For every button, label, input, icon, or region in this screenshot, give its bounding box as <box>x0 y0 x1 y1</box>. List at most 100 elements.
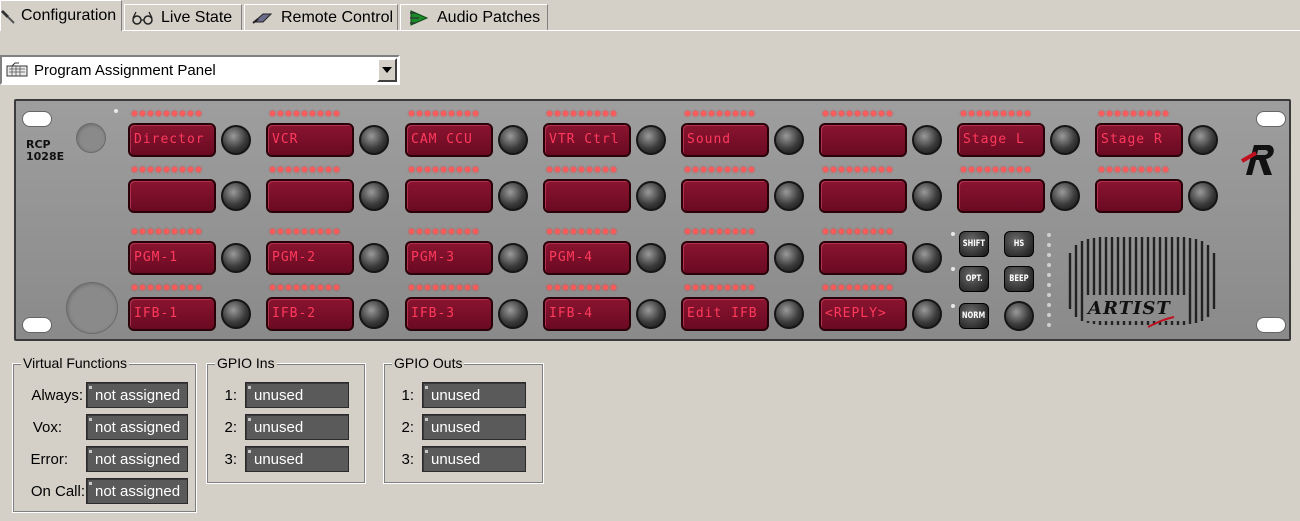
vf-label: Always: <box>31 386 83 404</box>
key-level-knob[interactable] <box>636 299 666 329</box>
talk-key[interactable]: Stage L <box>957 123 1045 157</box>
key-level-knob[interactable] <box>1188 125 1218 155</box>
led <box>132 285 137 290</box>
gpio-outs-title: GPIO Outs <box>392 355 465 371</box>
talk-key[interactable] <box>819 179 907 213</box>
led <box>685 167 690 172</box>
led <box>196 111 201 116</box>
talk-key[interactable]: Edit IFB <box>681 297 769 331</box>
talk-key[interactable] <box>819 123 907 157</box>
talk-key[interactable]: Director <box>128 123 216 157</box>
key-level-knob[interactable] <box>359 299 389 329</box>
opt-button[interactable]: OPT. <box>959 266 989 292</box>
talk-key[interactable]: CAM CCU <box>405 123 493 157</box>
key-level-knob[interactable] <box>1188 181 1218 211</box>
led <box>693 111 698 116</box>
talk-key[interactable] <box>405 179 493 213</box>
key-level-knob[interactable] <box>359 181 389 211</box>
shift-button[interactable]: SHIFT <box>959 231 989 257</box>
key-level-knob[interactable] <box>912 181 942 211</box>
key-level-knob[interactable] <box>774 299 804 329</box>
led <box>425 229 430 234</box>
key-level-knob[interactable] <box>912 125 942 155</box>
key-level-knob[interactable] <box>498 299 528 329</box>
key-level-knob[interactable] <box>912 299 942 329</box>
talk-key[interactable]: VTR Ctrl <box>543 123 631 157</box>
key-level-knob[interactable] <box>221 125 251 155</box>
vf-always-field[interactable]: not assigned <box>86 382 188 408</box>
key-level-knob[interactable] <box>1050 181 1080 211</box>
led <box>449 229 454 234</box>
talk-key[interactable]: Stage R <box>1095 123 1183 157</box>
led <box>326 229 331 234</box>
led <box>164 229 169 234</box>
talk-key[interactable] <box>543 179 631 213</box>
tab-audio-patches[interactable]: Audio Patches <box>400 4 548 31</box>
vf-on-call-field[interactable]: not assigned <box>86 478 188 504</box>
status-led <box>1047 263 1051 267</box>
key-level-knob[interactable] <box>636 125 666 155</box>
vf-error-field[interactable]: not assigned <box>86 446 188 472</box>
key-level-knob[interactable] <box>636 243 666 273</box>
key-level-knob[interactable] <box>774 125 804 155</box>
key-level-knob[interactable] <box>221 243 251 273</box>
talk-key[interactable]: PGM-2 <box>266 241 354 275</box>
led <box>611 167 616 172</box>
key-level-knob[interactable] <box>498 181 528 211</box>
panel-assignment-select[interactable]: Program Assignment Panel <box>0 55 400 85</box>
led <box>1163 167 1168 172</box>
key-level-knob[interactable] <box>1050 125 1080 155</box>
talk-key[interactable]: Sound <box>681 123 769 157</box>
led <box>725 285 730 290</box>
led <box>473 285 478 290</box>
gpio-in-3-field[interactable]: unused <box>245 446 349 472</box>
talk-key[interactable] <box>1095 179 1183 213</box>
rack-ear-bottom-left <box>22 317 52 333</box>
led <box>587 111 592 116</box>
talk-key[interactable]: PGM-3 <box>405 241 493 275</box>
talk-key[interactable] <box>819 241 907 275</box>
gpio-in-1-field[interactable]: unused <box>245 382 349 408</box>
talk-key[interactable]: IFB-4 <box>543 297 631 331</box>
gpio-in-2-field[interactable]: unused <box>245 414 349 440</box>
hs-button[interactable]: HS <box>1004 231 1034 257</box>
talk-key[interactable]: IFB-1 <box>128 297 216 331</box>
beep-button[interactable]: BEEP <box>1004 266 1034 292</box>
talk-key[interactable] <box>681 179 769 213</box>
led <box>457 285 462 290</box>
key-level-knob[interactable] <box>912 243 942 273</box>
talk-key[interactable]: PGM-1 <box>128 241 216 275</box>
gpio-out-1-field[interactable]: unused <box>422 382 526 408</box>
key-level-knob[interactable] <box>359 243 389 273</box>
key-level-knob[interactable] <box>636 181 666 211</box>
led <box>717 167 722 172</box>
talk-key[interactable]: <REPLY> <box>819 297 907 331</box>
gpio-out-2-field[interactable]: unused <box>422 414 526 440</box>
key-level-knob[interactable] <box>498 243 528 273</box>
tab-remote-control[interactable]: Remote Control <box>244 4 398 31</box>
tab-configuration[interactable]: Configuration <box>0 0 122 31</box>
key-level-knob[interactable] <box>221 299 251 329</box>
vf-vox-field[interactable]: not assigned <box>86 414 188 440</box>
tab-live-state[interactable]: Live State <box>124 4 242 31</box>
key-level-knob[interactable] <box>221 181 251 211</box>
led <box>823 285 828 290</box>
talk-key[interactable] <box>128 179 216 213</box>
gpio-out-3-field[interactable]: unused <box>422 446 526 472</box>
talk-key[interactable]: IFB-3 <box>405 297 493 331</box>
chevron-down-icon[interactable] <box>377 58 397 82</box>
talk-key[interactable]: VCR <box>266 123 354 157</box>
key-level-knob[interactable] <box>774 181 804 211</box>
led <box>473 167 478 172</box>
talk-key[interactable] <box>681 241 769 275</box>
key-level-knob[interactable] <box>774 243 804 273</box>
talk-key[interactable] <box>957 179 1045 213</box>
key-level-knob[interactable] <box>359 125 389 155</box>
talk-key[interactable]: IFB-2 <box>266 297 354 331</box>
volume-knob[interactable] <box>1004 301 1034 331</box>
talk-key[interactable]: PGM-4 <box>543 241 631 275</box>
talk-key[interactable] <box>266 179 354 213</box>
key-level-knob[interactable] <box>498 125 528 155</box>
virtual-functions-title: Virtual Functions <box>21 355 130 371</box>
norm-button[interactable]: NORM <box>959 303 989 329</box>
